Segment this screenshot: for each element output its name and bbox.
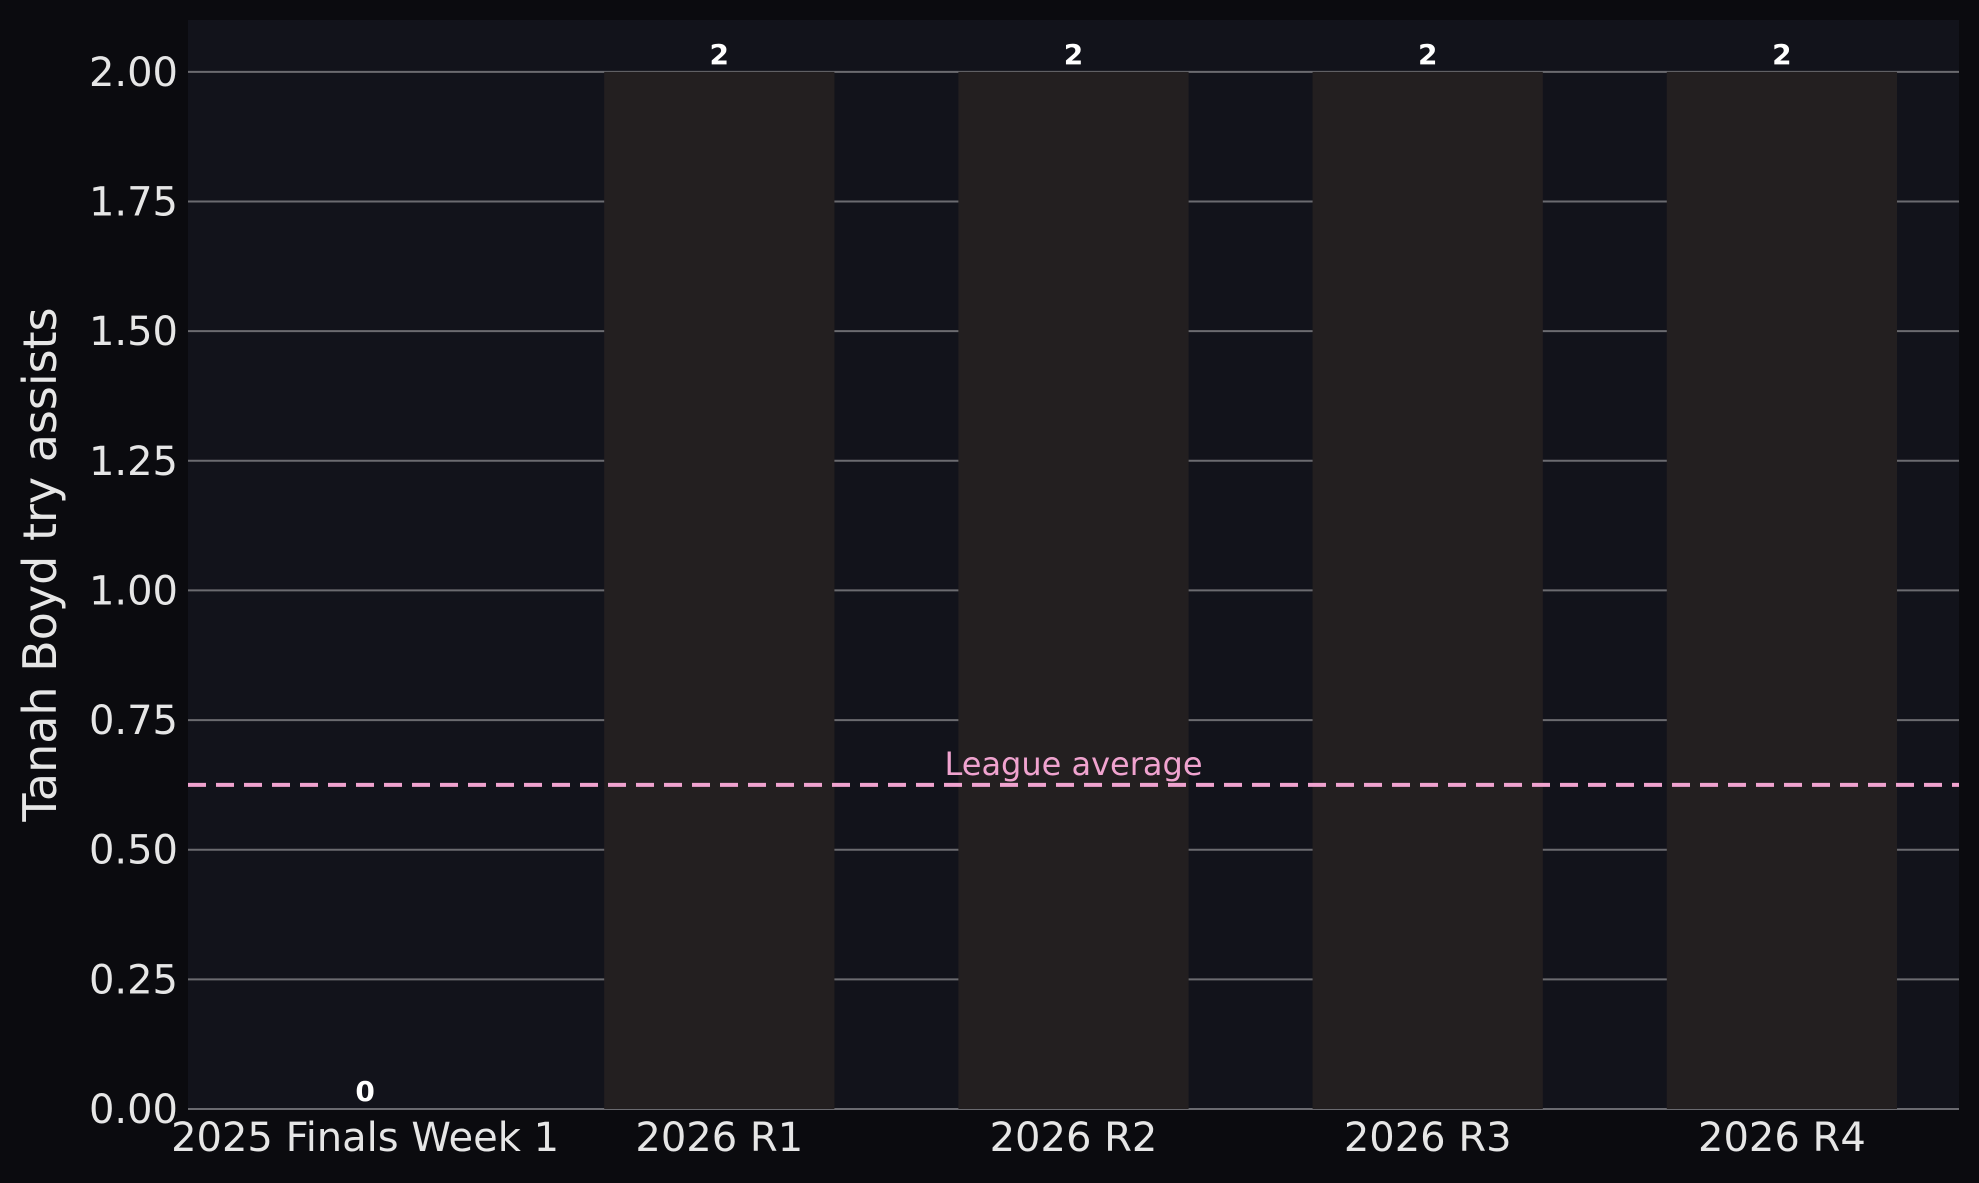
y-tick-label: 0.75 [89, 698, 178, 744]
bar-value-label: 2 [710, 38, 729, 71]
x-tick-label: 2026 R1 [635, 1115, 803, 1161]
y-axis-ticks: 0.00 0.25 0.50 0.75 1.00 1.25 1.50 1.75 2.00 [89, 50, 178, 1133]
y-tick-label: 1.25 [89, 439, 178, 485]
y-tick-label: 0.50 [89, 828, 178, 874]
bar-value-label: 0 [355, 1075, 374, 1108]
y-axis-title: Tanah Boyd try assists [13, 307, 67, 822]
bar [604, 71, 835, 1109]
bar [1666, 71, 1898, 1109]
x-tick-label: 2026 R3 [1344, 1115, 1512, 1161]
x-tick-label: 2026 R2 [990, 1115, 1158, 1161]
x-tick-label: 2025 Finals Week 1 [171, 1115, 559, 1161]
y-tick-label: 0.00 [89, 1087, 178, 1133]
bar [958, 71, 1189, 1109]
chart-root: League average 0 2 2 2 2 0.00 0.25 0.50 0.75 1.0… [0, 0, 1979, 1183]
y-tick-label: 1.00 [89, 568, 178, 614]
y-tick-label: 0.25 [89, 957, 178, 1003]
y-tick-label: 2.00 [89, 50, 178, 96]
x-tick-label: 2026 R4 [1698, 1115, 1866, 1161]
bar-chart: League average 0 2 2 2 2 0.00 0.25 0.50 0.75 1.0… [13, 20, 1959, 1161]
bar-value-label: 2 [1772, 38, 1791, 71]
reference-line-label: League average [944, 745, 1202, 783]
bar-value-label: 2 [1418, 38, 1437, 71]
x-axis-ticks: 2025 Finals Week 1 2026 R1 2026 R2 2026 R3 2… [171, 1115, 1866, 1161]
bar [1312, 71, 1543, 1109]
y-tick-label: 1.75 [89, 180, 178, 226]
y-tick-label: 1.50 [89, 309, 178, 355]
bar-value-label: 2 [1064, 38, 1083, 71]
